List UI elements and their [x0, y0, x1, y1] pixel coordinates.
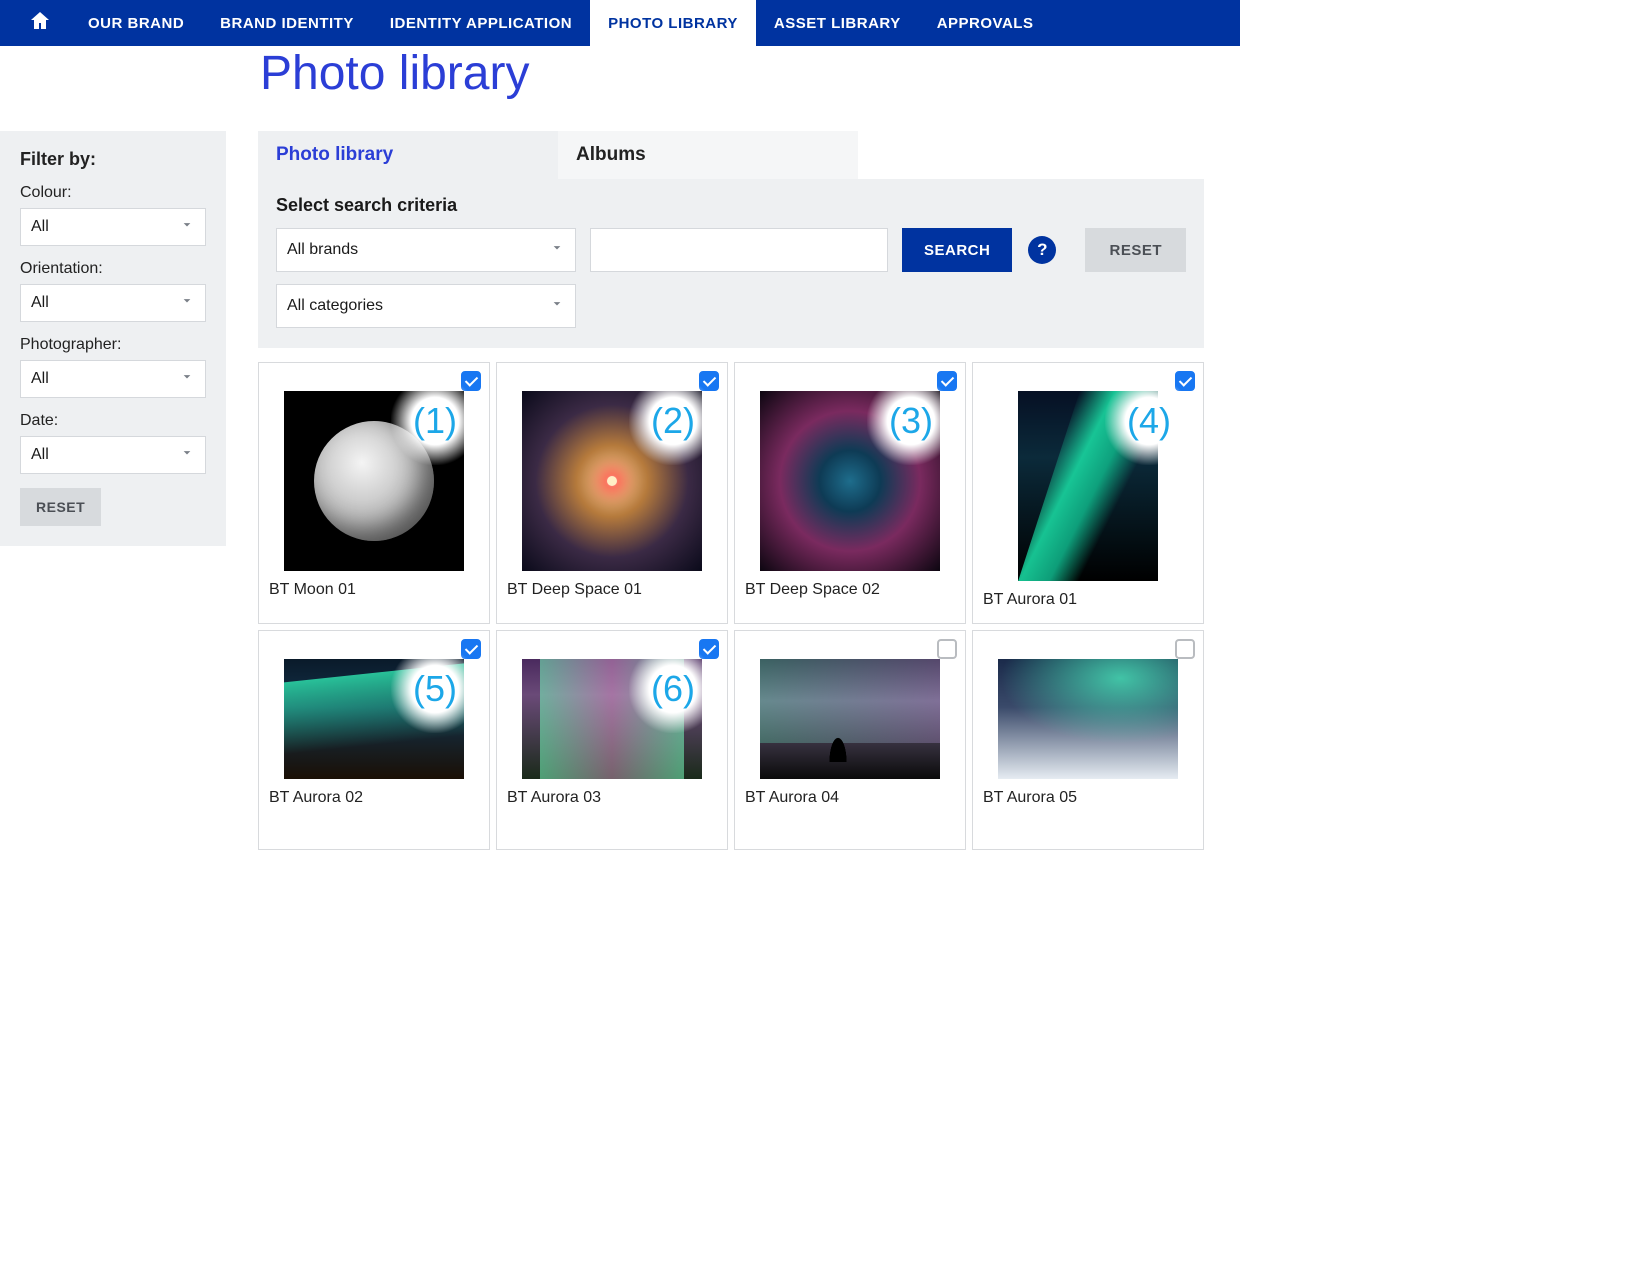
nav-item-brand-identity[interactable]: BRAND IDENTITY	[202, 0, 372, 46]
nav-item-our-brand[interactable]: OUR BRAND	[70, 0, 202, 46]
search-reset-button[interactable]: RESET	[1085, 228, 1186, 272]
filter-label: Orientation:	[20, 260, 206, 278]
help-button[interactable]: ?	[1028, 236, 1056, 264]
thumbnail-wrap	[983, 659, 1193, 779]
filter-group: Date: All	[20, 412, 206, 474]
chevron-down-icon	[179, 445, 195, 466]
thumbnail[interactable]	[760, 659, 940, 779]
nav-item-asset-library[interactable]: ASSET LIBRARY	[756, 0, 919, 46]
search-panel: Select search criteria All brands SEARCH…	[258, 179, 1204, 348]
result-card[interactable]: (3) BT Deep Space 02	[734, 362, 966, 624]
selection-number-badge: (1)	[391, 377, 479, 465]
result-caption: BT Deep Space 02	[745, 581, 955, 599]
filter-select-colour[interactable]: All	[20, 208, 206, 246]
chevron-down-icon	[549, 240, 565, 261]
search-button[interactable]: SEARCH	[902, 228, 1012, 272]
chevron-down-icon	[179, 217, 195, 238]
thumbnail-wrap: (3)	[745, 391, 955, 571]
filter-label: Colour:	[20, 184, 206, 202]
selection-number-badge: (4)	[1105, 377, 1193, 465]
select-checkbox[interactable]	[1175, 639, 1195, 659]
result-caption: BT Aurora 04	[745, 789, 955, 807]
chevron-down-icon	[179, 293, 195, 314]
selection-number-badge: (2)	[629, 377, 717, 465]
result-card[interactable]: (2) BT Deep Space 01	[496, 362, 728, 624]
result-caption: BT Deep Space 01	[507, 581, 717, 599]
brand-select[interactable]: All brands	[276, 228, 576, 272]
result-card[interactable]: (1) BT Moon 01	[258, 362, 490, 624]
result-card[interactable]: BT Aurora 04	[734, 630, 966, 850]
selection-number-badge: (3)	[867, 377, 955, 465]
result-card[interactable]: BT Aurora 05	[972, 630, 1204, 850]
nav-item-approvals[interactable]: APPROVALS	[919, 0, 1052, 46]
filter-select-orientation[interactable]: All	[20, 284, 206, 322]
tab-albums[interactable]: Albums	[558, 131, 858, 179]
filter-value: All	[31, 446, 49, 464]
result-card[interactable]: (6) BT Aurora 03	[496, 630, 728, 850]
category-select[interactable]: All categories	[276, 284, 576, 328]
results-grid: (1) BT Moon 01 (2) BT Deep Space 01 (3) BT De…	[258, 362, 1204, 850]
thumbnail-wrap: (2)	[507, 391, 717, 571]
filter-group: Photographer: All	[20, 336, 206, 398]
filter-label: Date:	[20, 412, 206, 430]
nav-item-identity-application[interactable]: IDENTITY APPLICATION	[372, 0, 590, 46]
top-nav: OUR BRANDBRAND IDENTITYIDENTITY APPLICAT…	[0, 0, 1240, 46]
content-area: Photo libraryAlbums Select search criter…	[258, 131, 1240, 850]
brand-select-value: All brands	[287, 241, 358, 259]
selection-number-badge: (6)	[629, 645, 717, 733]
filter-select-date[interactable]: All	[20, 436, 206, 474]
filter-value: All	[31, 370, 49, 388]
thumbnail-wrap: (1)	[269, 391, 479, 571]
selection-number-badge: (5)	[391, 645, 479, 733]
category-select-value: All categories	[287, 297, 383, 315]
home-icon	[28, 9, 52, 37]
result-caption: BT Moon 01	[269, 581, 479, 599]
filter-label: Photographer:	[20, 336, 206, 354]
result-caption: BT Aurora 03	[507, 789, 717, 807]
result-card[interactable]: (4) BT Aurora 01	[972, 362, 1204, 624]
search-input[interactable]	[590, 228, 888, 272]
chevron-down-icon	[179, 369, 195, 390]
nav-home[interactable]	[10, 0, 70, 46]
filter-heading: Filter by:	[20, 149, 206, 170]
select-checkbox[interactable]	[937, 639, 957, 659]
filter-value: All	[31, 218, 49, 236]
tab-photo-library[interactable]: Photo library	[258, 131, 558, 179]
result-caption: BT Aurora 01	[983, 591, 1193, 609]
filter-group: Orientation: All	[20, 260, 206, 322]
sidebar-reset-button[interactable]: RESET	[20, 488, 101, 526]
chevron-down-icon	[549, 296, 565, 317]
nav-item-photo-library[interactable]: PHOTO LIBRARY	[590, 0, 756, 46]
thumbnail-wrap: (5)	[269, 659, 479, 779]
search-heading: Select search criteria	[276, 195, 1186, 216]
result-caption: BT Aurora 05	[983, 789, 1193, 807]
result-caption: BT Aurora 02	[269, 789, 479, 807]
filter-select-photographer[interactable]: All	[20, 360, 206, 398]
filter-sidebar: Filter by: Colour:AllOrientation:AllPhot…	[0, 131, 226, 546]
filter-group: Colour: All	[20, 184, 206, 246]
filter-value: All	[31, 294, 49, 312]
page-title: Photo library	[260, 46, 1240, 101]
thumbnail-wrap	[745, 659, 955, 779]
thumbnail-wrap: (4)	[983, 391, 1193, 581]
thumbnail-wrap: (6)	[507, 659, 717, 779]
thumbnail[interactable]	[998, 659, 1178, 779]
result-card[interactable]: (5) BT Aurora 02	[258, 630, 490, 850]
tabs: Photo libraryAlbums	[258, 131, 1204, 179]
